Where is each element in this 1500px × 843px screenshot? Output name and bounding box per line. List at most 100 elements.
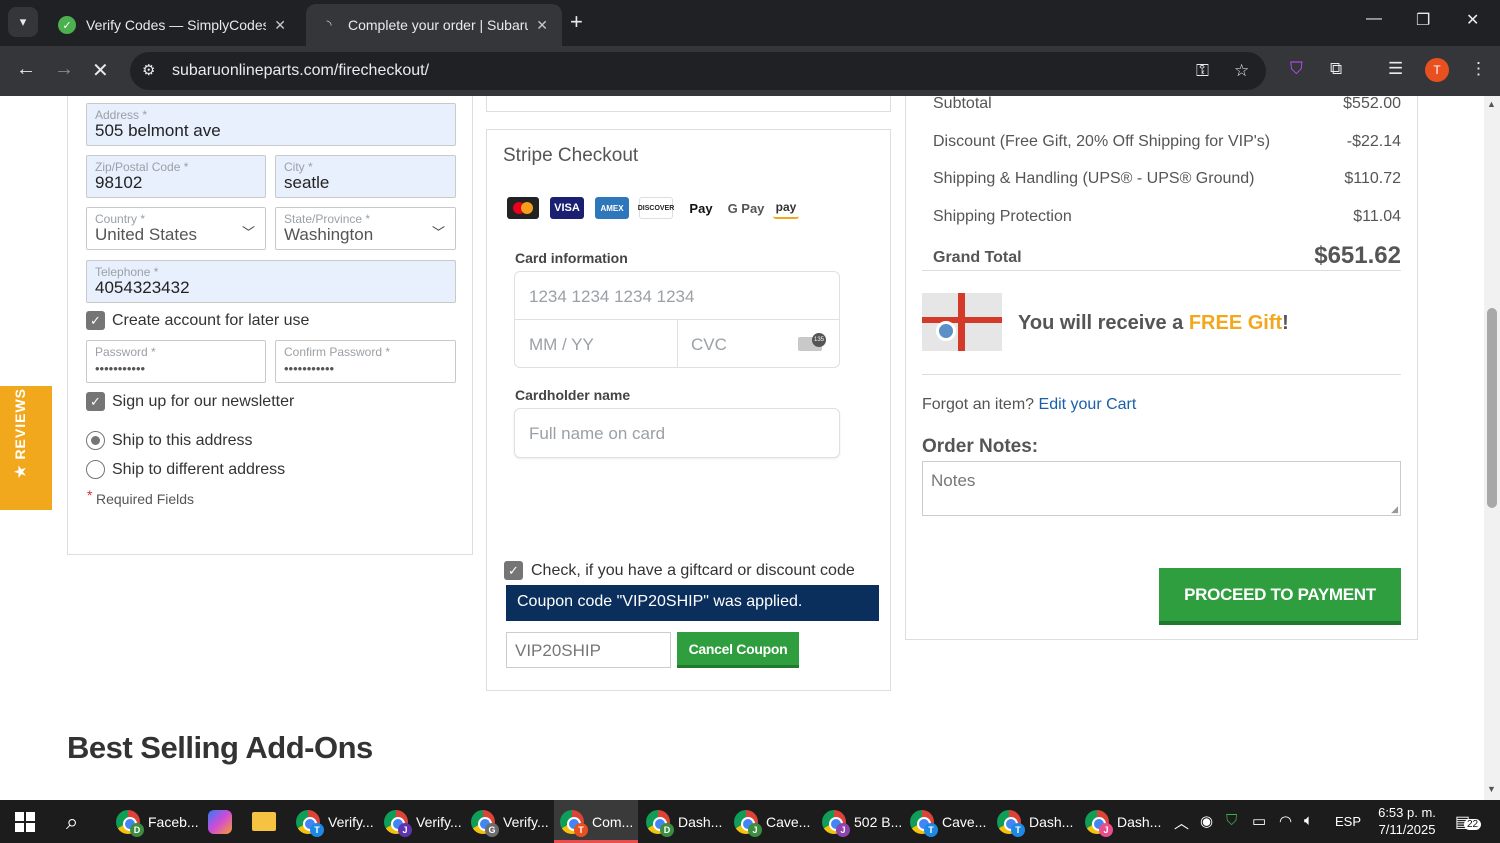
browser-tab[interactable]: ✓ Verify Codes — SimplyCodes ✕ [44, 4, 300, 46]
cvc-input[interactable]: CVC 135 [677, 319, 840, 368]
restore-icon[interactable]: ❐ [1416, 10, 1430, 30]
scroll-down-arrow-icon[interactable]: ▼ [1487, 784, 1496, 794]
search-icon[interactable]: ⌕ [66, 800, 78, 843]
taskbar-app-3[interactable]: J Verify... [384, 800, 462, 843]
address-field[interactable]: Address * 505 belmont ave [86, 103, 456, 146]
close-icon[interactable]: ✕ [274, 17, 286, 34]
tab-search-menu-button[interactable]: ▾ [8, 7, 38, 37]
battery-icon[interactable]: ▭ [1252, 812, 1266, 830]
volume-icon[interactable]: 🔈︎ [1304, 812, 1313, 829]
file-explorer-icon[interactable] [252, 800, 276, 843]
shield-icon[interactable]: ⛉ [1226, 812, 1237, 829]
chrome-icon: J [734, 809, 762, 837]
taskbar-app-4[interactable]: G Verify... [471, 800, 549, 843]
bookmark-star-icon[interactable]: ☆ [1234, 61, 1249, 81]
edit-cart-link[interactable]: Edit your Cart [1039, 396, 1137, 413]
forgot-item-line: Forgot an item? Edit your Cart [922, 396, 1137, 413]
back-arrow-icon[interactable]: ← [16, 58, 36, 81]
extension-shield-icon[interactable]: ⛉ [1290, 59, 1303, 79]
chrome-icon: T [910, 809, 938, 837]
notifications-icon[interactable]: ▤ 22 [1455, 812, 1482, 832]
order-notes-textarea[interactable]: Notes ◢ [922, 461, 1401, 516]
checkout-page: Address * 505 belmont ave Zip/Postal Cod… [0, 96, 1484, 800]
scrollbar-thumb[interactable] [1487, 308, 1497, 508]
language-indicator[interactable]: ESP [1335, 814, 1361, 829]
city-field[interactable]: City * seatle [275, 155, 456, 198]
stripe-checkout-panel: Stripe Checkout VISA AMEX DISCOVER Pay G… [486, 129, 891, 691]
minimize-icon[interactable]: — [1366, 10, 1382, 28]
password-key-icon[interactable]: ⚿ [1196, 61, 1209, 81]
forward-arrow-icon[interactable]: → [54, 58, 74, 81]
telephone-field[interactable]: Telephone * 4054323432 [86, 260, 456, 303]
profile-avatar[interactable]: T [1425, 58, 1449, 82]
chevron-down-icon: ﹀ [241, 225, 255, 240]
google-pay-icon: G Pay [727, 200, 765, 216]
scroll-up-arrow-icon[interactable]: ▲ [1487, 99, 1496, 109]
coupon-applied-message: Coupon code "VIP20SHIP" was applied. [506, 585, 879, 621]
cancel-coupon-button[interactable]: Cancel Coupon [677, 632, 799, 668]
clock[interactable]: 6:53 p. m. 7/11/2025 [1371, 804, 1443, 838]
taskbar-app-10[interactable]: T Dash... [997, 800, 1073, 843]
chrome-icon: G [471, 809, 499, 837]
cardholder-name-label: Cardholder name [515, 387, 631, 403]
taskbar-app-6[interactable]: D Dash... [646, 800, 722, 843]
confirm-password-field[interactable]: Confirm Password * ••••••••••• [275, 340, 456, 383]
url-text[interactable]: subaruonlineparts.com/firecheckout/ [172, 62, 429, 80]
amazon-pay-icon: pay [773, 197, 799, 219]
record-icon[interactable]: ◉ [1200, 812, 1213, 830]
chrome-icon: T [997, 809, 1025, 837]
taskbar-app-7[interactable]: J Cave... [734, 800, 810, 843]
stop-loading-icon[interactable]: ✕ [92, 58, 109, 83]
more-menu-icon[interactable]: ⋮ [1470, 59, 1487, 79]
taskbar-app-9[interactable]: T Cave... [910, 800, 986, 843]
taskbar-app-5-active[interactable]: T Com... [554, 800, 638, 843]
card-number-input[interactable]: 1234 1234 1234 1234 [514, 271, 840, 320]
proceed-to-payment-button[interactable]: PROCEED TO PAYMENT [1159, 568, 1401, 625]
taskbar-app-11[interactable]: J Dash... [1085, 800, 1161, 843]
shipping-method-panel [486, 96, 891, 112]
password-field[interactable]: Password * ••••••••••• [86, 340, 266, 383]
divider [922, 270, 1401, 271]
chrome-icon: T [296, 809, 324, 837]
reviews-tab-label: ★ REVIEWS [12, 387, 28, 478]
start-button[interactable] [15, 800, 35, 843]
copilot-icon[interactable] [208, 800, 232, 843]
ship-different-address-radio[interactable] [86, 460, 105, 479]
reviews-side-tab[interactable]: ★ REVIEWS [0, 386, 52, 510]
newsletter-checkbox[interactable]: ✓ [86, 392, 105, 411]
coupon-code-input[interactable]: VIP20SHIP [506, 632, 671, 668]
notification-count: 22 [1464, 819, 1482, 830]
chrome-icon: J [1085, 809, 1113, 837]
wifi-icon[interactable]: ◠ [1279, 812, 1292, 830]
coupon-checkbox-label: Check, if you have a giftcard or discoun… [531, 562, 855, 579]
browser-tab-bar: ▾ ✓ Verify Codes — SimplyCodes ✕ ◝ Compl… [0, 0, 1500, 46]
chevron-up-icon[interactable]: ︿ [1174, 812, 1189, 833]
loading-spinner-icon: ◝ [326, 17, 332, 32]
required-fields-note: Required Fields [96, 491, 195, 507]
coupon-checkbox[interactable]: ✓ [504, 561, 523, 580]
taskbar-app-1[interactable]: D Faceb... [116, 800, 199, 843]
required-star: * [87, 487, 93, 503]
taskbar-app-2[interactable]: T Verify... [296, 800, 374, 843]
reading-list-icon[interactable]: ☰ [1388, 59, 1403, 79]
browser-tab-active[interactable]: ◝ Complete your order | Subaru C ✕ [306, 4, 562, 46]
address-bar[interactable]: ⚙ subaruonlineparts.com/firecheckout/ ⚿ … [130, 52, 1266, 90]
resize-handle-icon[interactable]: ◢ [1391, 504, 1398, 515]
cardholder-name-input[interactable]: Full name on card [514, 408, 840, 458]
chrome-icon: D [116, 809, 144, 837]
close-icon[interactable]: ✕ [536, 17, 548, 34]
taskbar-app-8[interactable]: J 502 B... [822, 800, 902, 843]
create-account-checkbox[interactable]: ✓ [86, 311, 105, 330]
ship-this-address-radio[interactable] [86, 431, 105, 450]
windows-taskbar: ⌕ D Faceb... T Verify... J Verify... G V… [0, 800, 1500, 843]
new-tab-plus-icon[interactable]: + [570, 9, 583, 35]
zip-field[interactable]: Zip/Postal Code * 98102 [86, 155, 266, 198]
visa-icon: VISA [550, 197, 584, 219]
window-close-icon[interactable]: ✕ [1466, 10, 1479, 30]
page-scrollbar[interactable]: ▲ ▼ [1484, 96, 1500, 800]
extensions-puzzle-icon[interactable]: ⧉ [1330, 59, 1342, 79]
state-select[interactable]: State/Province * Washington ﹀ [275, 207, 456, 250]
country-select[interactable]: Country * United States ﹀ [86, 207, 266, 250]
expiry-input[interactable]: MM / YY [514, 319, 678, 368]
site-info-icon[interactable]: ⚙ [142, 61, 155, 79]
